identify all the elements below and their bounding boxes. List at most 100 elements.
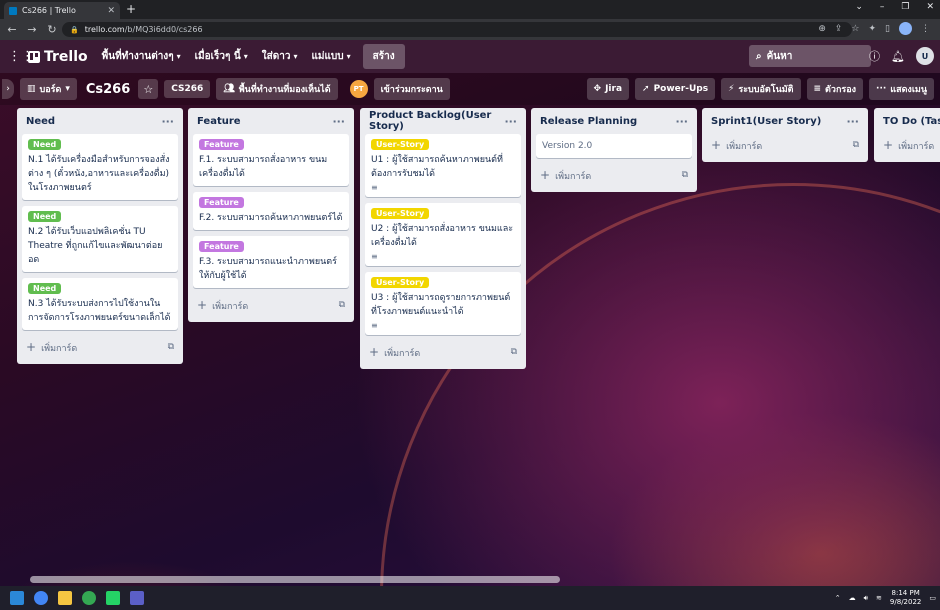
reload-icon[interactable]: ↻ bbox=[44, 23, 60, 36]
teams-icon[interactable] bbox=[130, 591, 144, 605]
card-label[interactable]: User-Story bbox=[371, 139, 430, 150]
trello-logo[interactable]: Trello bbox=[28, 49, 88, 65]
menu-recent[interactable]: เมื่อเร็วๆ นี้ ▾ bbox=[195, 49, 248, 64]
wifi-icon[interactable]: ≋ bbox=[876, 594, 882, 602]
star-board-icon[interactable]: ☆ bbox=[138, 79, 159, 99]
add-card-button[interactable]: + เพิ่มการ์ด ⧉ bbox=[22, 336, 178, 358]
card-label[interactable]: User-Story bbox=[371, 208, 430, 219]
card[interactable]: Need N.3 ได้รับระบบส่งการไปใช้งานในการจั… bbox=[22, 278, 178, 330]
bell-icon[interactable]: 🔔︎ bbox=[891, 50, 905, 63]
list-header[interactable]: TO Do (Task) bbox=[879, 108, 940, 134]
zoom-icon[interactable]: ⊕ bbox=[818, 24, 826, 34]
list-title[interactable]: Release Planning bbox=[540, 116, 637, 127]
card[interactable]: Feature F.3. ระบบสามารถแนะนำภาพยนตร์ให้ก… bbox=[193, 236, 349, 288]
list-title[interactable]: Feature bbox=[197, 116, 241, 127]
chevron-down-icon[interactable]: ⌄ bbox=[855, 2, 863, 12]
workspace-button[interactable]: CS266 bbox=[164, 80, 211, 98]
join-board-button[interactable]: เข้าร่วมกระดาน bbox=[373, 78, 450, 100]
extensions-icon[interactable]: ✦ bbox=[869, 24, 877, 34]
card-label[interactable]: Feature bbox=[199, 241, 244, 252]
address-bar[interactable]: 🔒 trello.com /b/MQ3i6dd0/cs266 bbox=[62, 22, 852, 37]
forward-icon[interactable]: → bbox=[24, 23, 40, 36]
menu-starred[interactable]: ใส่ดาว ▾ bbox=[262, 49, 298, 64]
list-header[interactable]: Sprint1(User Story) ··· bbox=[707, 108, 863, 134]
card[interactable]: User-Story U1 : ผู้ใช้สามารถค้นหาภาพยนต์… bbox=[365, 134, 521, 197]
list-title[interactable]: Product Backlog(User Story) bbox=[369, 110, 504, 132]
close-window-icon[interactable]: ✕ bbox=[926, 2, 934, 12]
jira-button[interactable]: ✥ Jira bbox=[586, 78, 630, 100]
automation-button[interactable]: ⚡︎ ระบบอัตโนมัติ bbox=[721, 78, 801, 100]
template-icon[interactable]: ⧉ bbox=[853, 140, 859, 150]
back-icon[interactable]: ← bbox=[4, 23, 20, 36]
info-icon[interactable]: ⓘ bbox=[869, 48, 880, 64]
show-menu-button[interactable]: ··· แสดงเมนู bbox=[869, 78, 934, 100]
list-menu-icon[interactable]: ··· bbox=[846, 115, 859, 128]
list-header[interactable]: Feature ··· bbox=[193, 108, 349, 134]
volume-icon[interactable]: 🔊︎ bbox=[864, 594, 868, 603]
clock[interactable]: 8:14 PM 9/8/2022 bbox=[890, 589, 921, 607]
horizontal-scrollbar[interactable] bbox=[30, 576, 560, 583]
menu-workspaces[interactable]: พื้นที่ทำงานต่างๆ ▾ bbox=[102, 49, 181, 64]
add-card-button[interactable]: + เพิ่มการ์ด ⧉ bbox=[536, 164, 692, 186]
card[interactable]: Version 2.0 bbox=[536, 134, 692, 158]
powerups-button[interactable]: ➚ Power-Ups bbox=[635, 78, 716, 100]
list-title[interactable]: Need bbox=[26, 116, 55, 127]
file-explorer-icon[interactable] bbox=[58, 591, 72, 605]
template-icon[interactable]: ⧉ bbox=[511, 347, 517, 357]
chrome-icon[interactable] bbox=[34, 591, 48, 605]
start-icon[interactable] bbox=[10, 591, 24, 605]
restore-icon[interactable]: ❐ bbox=[901, 2, 909, 12]
create-button[interactable]: สร้าง bbox=[362, 44, 405, 69]
card[interactable]: Need N.1 ได้รับเครื่องมือสำหรับการจองสั่… bbox=[22, 134, 178, 200]
card[interactable]: User-Story U2 : ผู้ใช้สามารถสั่งอาหาร ขน… bbox=[365, 203, 521, 266]
line-icon[interactable] bbox=[106, 591, 120, 605]
browser-menu-icon[interactable]: ⋮ bbox=[921, 24, 930, 34]
visibility-button[interactable]: 👥︎ พื้นที่ทำงานที่มองเห็นได้ bbox=[216, 78, 338, 100]
notifications-icon[interactable]: ▭ bbox=[929, 594, 936, 602]
profile-avatar[interactable] bbox=[899, 22, 912, 35]
template-icon[interactable]: ⧉ bbox=[339, 300, 345, 310]
new-tab-icon[interactable]: + bbox=[126, 2, 136, 16]
tray-chevron-icon[interactable]: ⌃ bbox=[835, 594, 841, 602]
list-menu-icon[interactable]: ··· bbox=[161, 115, 174, 128]
browser-tab[interactable]: Cs266 | Trello ✕ bbox=[4, 2, 120, 19]
card[interactable]: Need N.2 ได้รับเว็บแอปพลิเคชั่น TU Theat… bbox=[22, 206, 178, 272]
card-label[interactable]: Need bbox=[28, 211, 62, 222]
board-view-switcher[interactable]: ▥ บอร์ด ▾ bbox=[20, 78, 77, 100]
card[interactable]: User-Story U3 : ผู้ใช้สามารถดูรายการภาพย… bbox=[365, 272, 521, 335]
add-card-button[interactable]: + เพิ่มการ์ด ⧉ bbox=[193, 294, 349, 316]
chrome-profile-icon[interactable] bbox=[82, 591, 96, 605]
card[interactable]: Feature F.1. ระบบสามารถสั่งอาหาร ขนม เคร… bbox=[193, 134, 349, 186]
card-label[interactable]: Need bbox=[28, 283, 62, 294]
member-avatar[interactable]: PT bbox=[349, 80, 368, 98]
template-icon[interactable]: ⧉ bbox=[682, 170, 688, 180]
bookmark-star-icon[interactable]: ☆ bbox=[851, 24, 859, 34]
expand-sidebar-icon[interactable]: › bbox=[2, 79, 14, 99]
list-header[interactable]: Product Backlog(User Story) ··· bbox=[365, 108, 521, 134]
menu-templates[interactable]: แม่แบบ ▾ bbox=[311, 49, 350, 64]
add-card-button[interactable]: + เพิ่มการ์ด ⧉ bbox=[365, 341, 521, 363]
list-header[interactable]: Release Planning ··· bbox=[536, 108, 692, 134]
list-menu-icon[interactable]: ··· bbox=[675, 115, 688, 128]
template-icon[interactable]: ⧉ bbox=[168, 342, 174, 352]
card-label[interactable]: Need bbox=[28, 139, 62, 150]
add-card-button[interactable]: + เพิ่มการ์ด ⧉ bbox=[707, 134, 863, 156]
list-title[interactable]: Sprint1(User Story) bbox=[711, 116, 821, 127]
search-input[interactable]: ⌕ ค้นหา bbox=[749, 45, 871, 67]
add-card-button[interactable]: + เพิ่มการ์ด bbox=[879, 134, 935, 156]
list-title[interactable]: TO Do (Task) bbox=[883, 116, 940, 127]
close-tab-icon[interactable]: ✕ bbox=[107, 6, 115, 16]
sidebar-icon[interactable]: ▯ bbox=[885, 24, 890, 34]
list-header[interactable]: Need ··· bbox=[22, 108, 178, 134]
board-title[interactable]: Cs266 bbox=[86, 82, 130, 97]
cloud-icon[interactable]: ☁ bbox=[849, 594, 856, 602]
app-switcher-icon[interactable]: ⋮⋮ bbox=[8, 49, 34, 64]
card-label[interactable]: Feature bbox=[199, 139, 244, 150]
list-menu-icon[interactable]: ··· bbox=[504, 115, 517, 128]
card-label[interactable]: Feature bbox=[199, 197, 244, 208]
list-menu-icon[interactable]: ··· bbox=[332, 115, 345, 128]
share-icon[interactable]: ⇪ bbox=[835, 24, 843, 34]
card[interactable]: Feature F.2. ระบบสามารถค้นหาภาพยนตร์ได้ bbox=[193, 192, 349, 230]
card-label[interactable]: User-Story bbox=[371, 277, 430, 288]
minimize-icon[interactable]: – bbox=[880, 2, 885, 12]
